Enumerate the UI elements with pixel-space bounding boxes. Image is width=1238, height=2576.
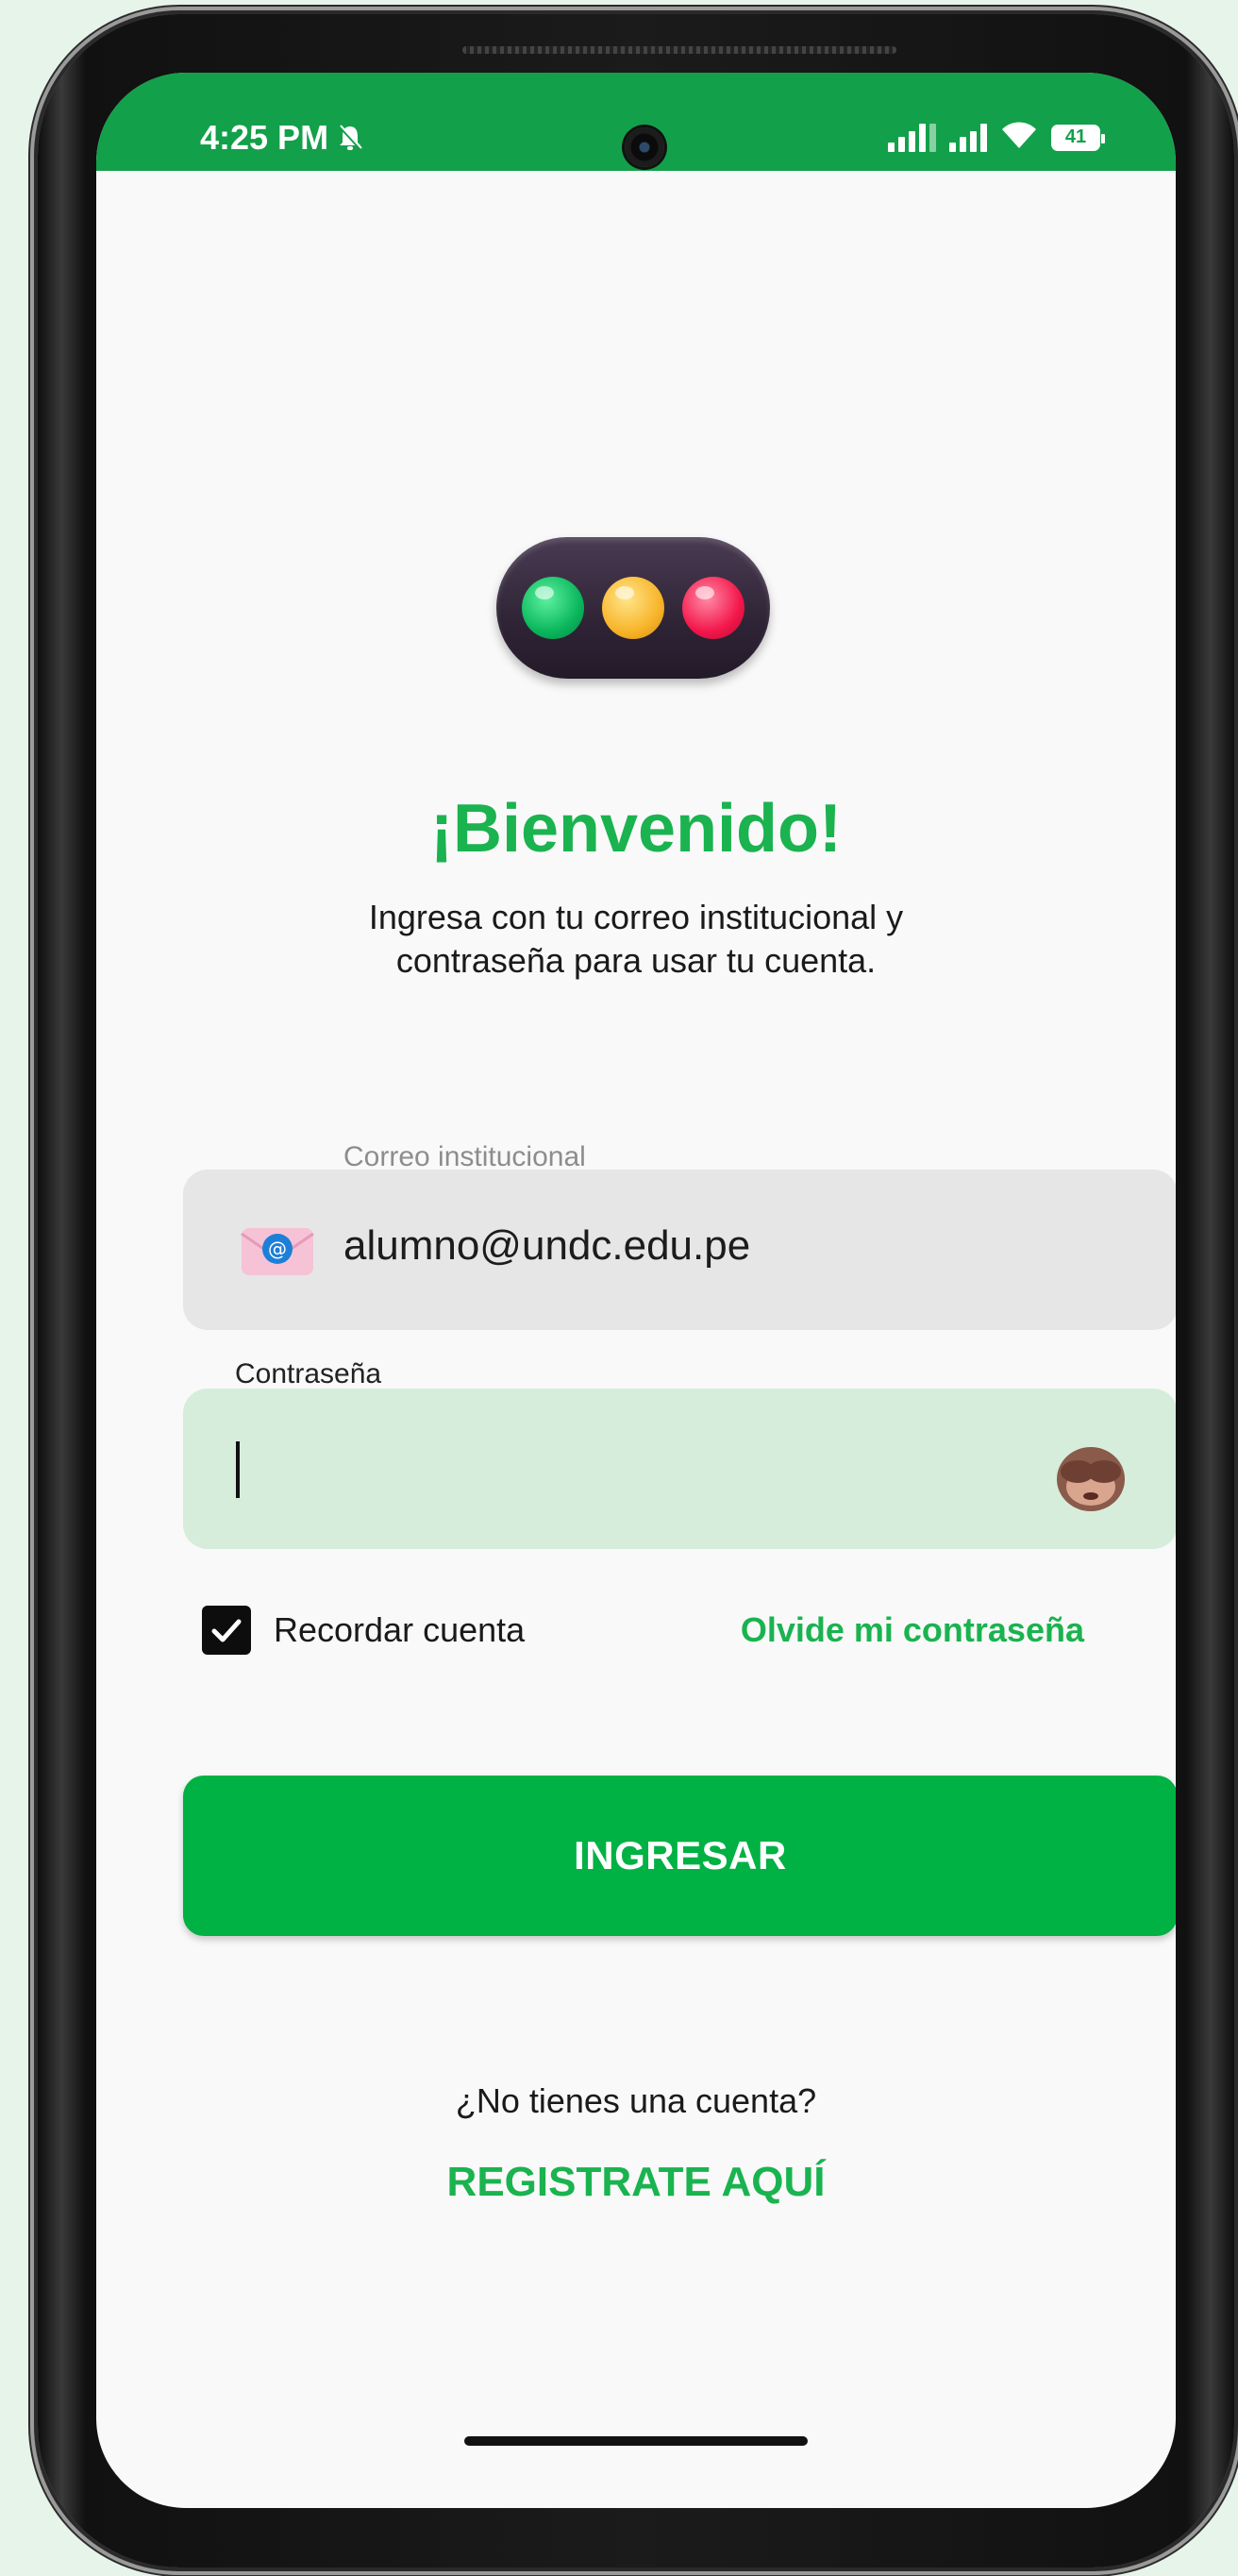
app-screen: 4:25 PM 41 ¡Bienvenido! Ingresa con tu c… (96, 73, 1176, 2508)
password-field[interactable] (183, 1389, 1176, 1549)
forgot-password-link[interactable]: Olvide mi contraseña (741, 1610, 1084, 1650)
battery-icon: 41 (1051, 124, 1105, 151)
remember-checkbox[interactable] (202, 1606, 251, 1655)
password-label: Contraseña (235, 1358, 382, 1389)
bell-mute-icon (338, 125, 362, 151)
status-time-group: 4:25 PM (200, 118, 362, 158)
svg-text:@: @ (268, 1237, 287, 1260)
yellow-light-icon (601, 577, 664, 639)
register-link[interactable]: REGISTRATE AQUÍ (96, 2159, 1176, 2206)
green-light-icon (522, 577, 585, 639)
signal-icon (888, 123, 936, 152)
wifi-icon (1000, 120, 1038, 155)
remember-account[interactable]: Recordar cuenta (202, 1606, 525, 1655)
login-button[interactable]: INGRESAR (183, 1776, 1176, 1936)
email-input[interactable]: alumno@undc.edu.pe (343, 1222, 750, 1270)
signal-icon (949, 123, 987, 152)
front-camera (625, 127, 664, 167)
red-light-icon (681, 577, 744, 639)
mail-icon: @ (240, 1224, 315, 1277)
home-indicator[interactable] (464, 2436, 808, 2446)
traffic-light-logo (496, 537, 770, 679)
email-label: Correo institucional (343, 1141, 586, 1172)
status-time: 4:25 PM (200, 118, 329, 157)
status-icons: 41 (888, 120, 1105, 155)
status-bar: 4:25 PM 41 (96, 73, 1176, 171)
no-account-text: ¿No tienes una cuenta? (455, 2081, 817, 2120)
remember-label: Recordar cuenta (274, 1610, 526, 1649)
see-no-evil-monkey-icon[interactable] (1049, 1438, 1132, 1513)
email-field[interactable]: @ alumno@undc.edu.pe (183, 1170, 1176, 1330)
text-cursor (236, 1441, 240, 1498)
earpiece-speaker (462, 46, 896, 54)
phone-frame: 4:25 PM 41 ¡Bienvenido! Ingresa con tu c… (38, 14, 1234, 2568)
battery-level: 41 (1064, 126, 1087, 147)
welcome-title: ¡Bienvenido! (429, 791, 842, 867)
welcome-subtitle: Ingresa con tu correo institucional y co… (368, 898, 904, 980)
check-icon (211, 1619, 242, 1642)
